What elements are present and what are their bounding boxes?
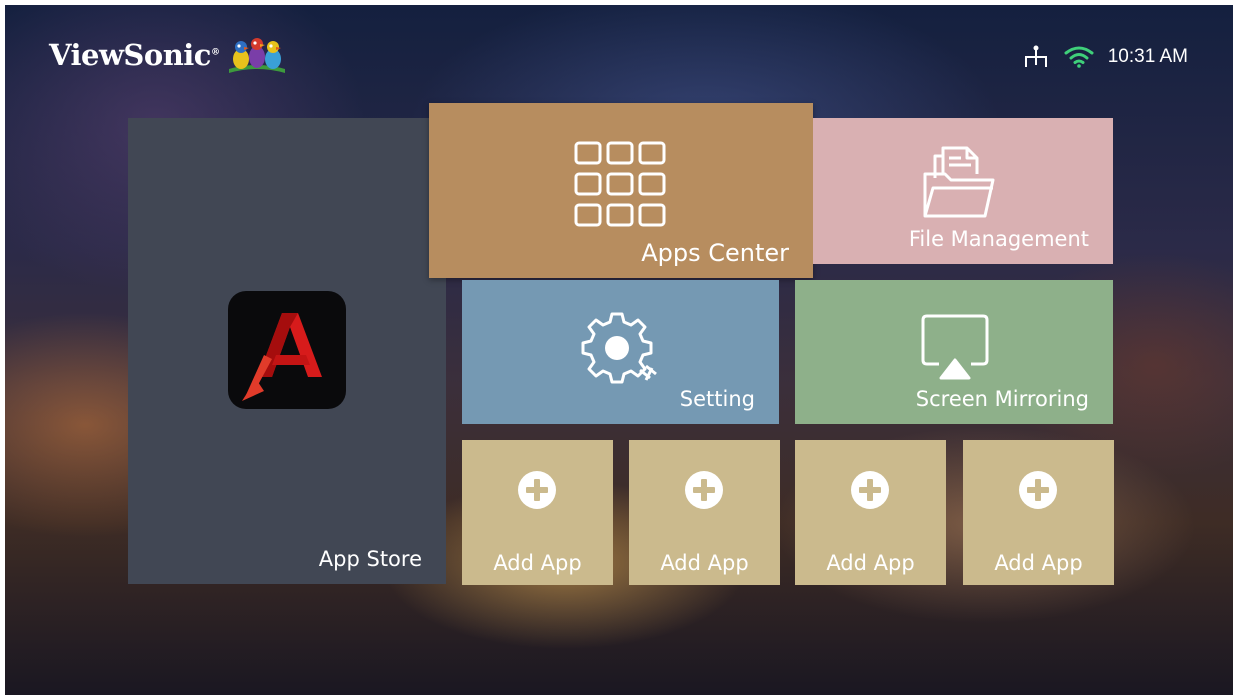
plus-circle-icon [518, 471, 556, 509]
app-store-logo-icon [228, 291, 346, 409]
add-app-label: Add App [994, 551, 1083, 575]
add-app-tile[interactable]: Add App [629, 440, 780, 585]
app-store-tile[interactable]: App Store [128, 118, 446, 584]
plus-circle-icon [1019, 471, 1057, 509]
add-app-tile[interactable]: Add App [462, 440, 613, 585]
clock-time: 10:31 AM [1107, 46, 1188, 67]
add-app-label: Add App [493, 551, 582, 575]
launcher-screen: ViewSonic® 10:31 AM App Store Apps Cente… [5, 5, 1233, 695]
brand-name: ViewSonic® [49, 38, 220, 72]
screen-mirroring-label: Screen Mirroring [915, 387, 1089, 411]
setting-tile[interactable]: Setting [462, 280, 779, 424]
plus-circle-icon [685, 471, 723, 509]
gear-icon [581, 312, 657, 384]
file-management-tile[interactable]: File Management [813, 118, 1113, 264]
wifi-icon [1064, 46, 1094, 68]
viewsonic-logo: ViewSonic® [49, 35, 287, 75]
screen-mirroring-tile[interactable]: Screen Mirroring [795, 280, 1113, 424]
add-app-tile[interactable]: Add App [795, 440, 946, 585]
apps-center-label: Apps Center [641, 239, 789, 267]
status-bar: 10:31 AM [1022, 45, 1188, 69]
setting-label: Setting [679, 387, 755, 411]
file-management-label: File Management [908, 227, 1089, 251]
apps-center-tile[interactable]: Apps Center [429, 103, 813, 278]
folder-documents-icon [923, 146, 995, 218]
app-grid-icon [574, 141, 666, 227]
add-app-label: Add App [660, 551, 749, 575]
birds-logo-icon [229, 38, 286, 73]
app-store-label: App Store [318, 547, 422, 571]
add-app-label: Add App [826, 551, 915, 575]
plus-circle-icon [851, 471, 889, 509]
network-icon [1024, 45, 1047, 67]
airplay-icon [921, 314, 989, 380]
add-app-tile[interactable]: Add App [963, 440, 1114, 585]
